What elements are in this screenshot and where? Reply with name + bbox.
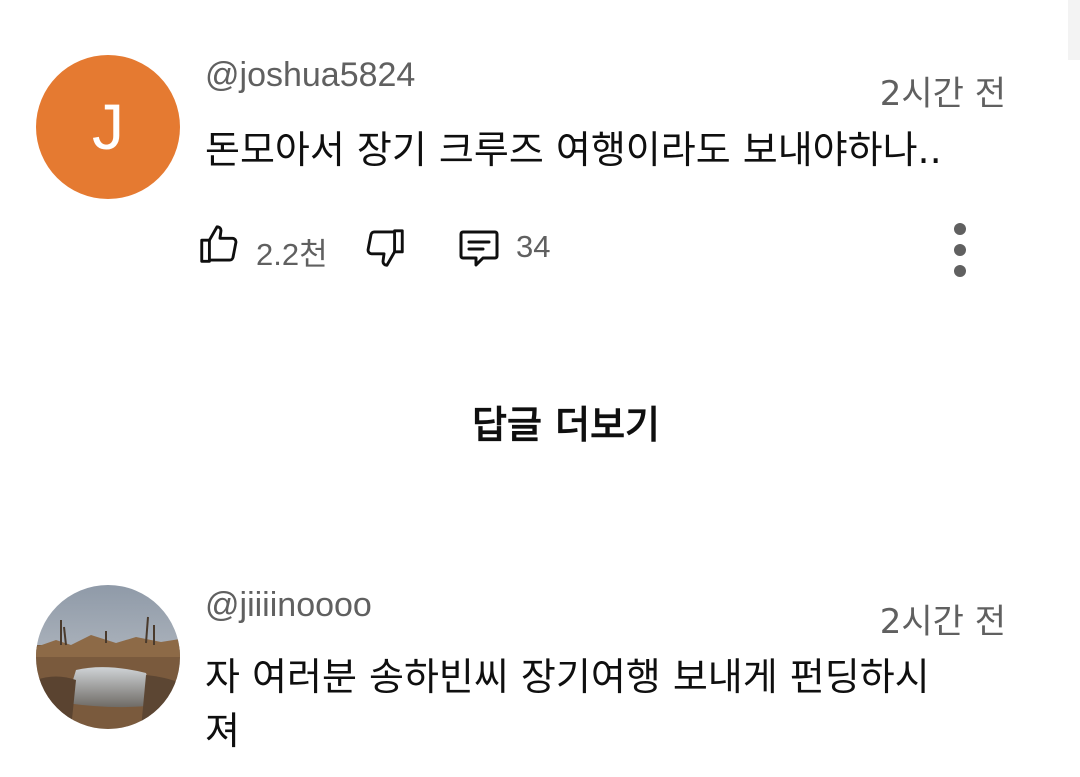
comment-time: 2시간 전: [879, 602, 1006, 642]
comment-text: 자 여러분 송하빈씨 장기여행 보내게 펀딩하시 져: [205, 655, 930, 753]
comment-author[interactable]: @jiiiinoooo: [205, 586, 372, 625]
avatar-landscape-image: [36, 585, 180, 729]
reply-count: 34: [516, 229, 551, 264]
comment-actions: 2.2천 34: [0, 215, 1080, 277]
comment-author[interactable]: @joshua5824: [205, 56, 415, 95]
comment-time: 2시간 전: [879, 74, 1006, 114]
avatar[interactable]: J: [36, 55, 180, 199]
comment-text: 돈모아서 장기 크루즈 여행이라도 보내야하나..: [205, 128, 942, 172]
more-replies-button[interactable]: 답글 더보기: [0, 394, 1080, 449]
more-vertical-icon[interactable]: [948, 221, 972, 279]
avatar-letter: J: [92, 91, 124, 163]
scrollbar[interactable]: [1068, 0, 1080, 60]
avatar[interactable]: [36, 585, 180, 729]
comments-page: J @joshua5824 2시간 전 돈모아서 장기 크루즈 여행이라도 보내…: [0, 0, 1080, 777]
thumbs-down-icon[interactable]: [362, 225, 408, 271]
thumbs-up-icon[interactable]: [196, 221, 242, 267]
comment-icon[interactable]: [455, 224, 503, 272]
like-count: 2.2천: [256, 237, 328, 272]
